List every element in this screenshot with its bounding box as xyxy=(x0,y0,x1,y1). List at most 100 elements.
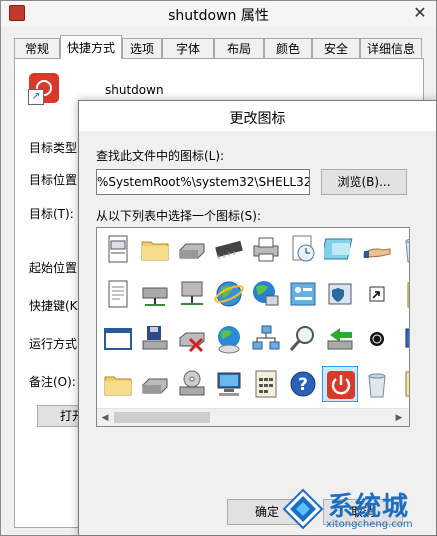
icon-option[interactable] xyxy=(396,231,409,268)
control-panel-icon xyxy=(287,278,319,313)
comment-label: 备注(O): xyxy=(29,375,76,389)
computer-icon xyxy=(213,368,245,403)
floppy-drive-icon xyxy=(139,323,171,358)
icon-option[interactable] xyxy=(100,276,136,312)
drive-error-icon xyxy=(176,323,208,358)
icon-file-path-input[interactable]: %SystemRoot%\system32\SHELL32.dll xyxy=(96,169,310,195)
icon-option[interactable] xyxy=(211,366,247,402)
start-in-label: 起始位置 xyxy=(29,261,78,275)
clock-document-icon xyxy=(287,233,319,268)
tab-shortcut[interactable]: 快捷方式 xyxy=(60,35,122,59)
icon-option[interactable] xyxy=(320,231,358,268)
icon-option[interactable] xyxy=(137,321,173,357)
icon-option[interactable] xyxy=(211,321,247,357)
browse-button[interactable]: 浏览(B)... xyxy=(321,169,407,195)
scroll-right-icon[interactable]: ▶ xyxy=(393,412,405,424)
folder-icon xyxy=(139,233,171,268)
power-icon xyxy=(325,369,357,404)
document-icon xyxy=(102,233,134,268)
icon-option[interactable] xyxy=(285,276,321,312)
properties-titlebar: shutdown 属性 ✕ xyxy=(1,1,436,27)
memory-chip-icon xyxy=(213,233,245,268)
folder-open-icon xyxy=(102,368,134,403)
icon-option[interactable] xyxy=(174,276,210,312)
icon-option[interactable] xyxy=(100,231,136,267)
watermark-title: 系统城 xyxy=(328,492,410,522)
recycle-bin-icon xyxy=(398,233,409,268)
icon-option[interactable] xyxy=(359,321,395,357)
recycle-bin-full-icon xyxy=(361,368,393,403)
find-icons-label: 查找此文件中的图标(L): xyxy=(96,149,225,163)
globe-disc-icon xyxy=(213,323,245,358)
magnifier-icon xyxy=(287,323,319,358)
text-document-icon xyxy=(102,278,134,313)
network-drive-icon xyxy=(139,278,171,313)
tab-options[interactable]: 选项 xyxy=(122,38,162,58)
watermark-url: xitongcheng.com xyxy=(326,519,413,530)
small-disc-icon xyxy=(361,323,393,358)
target-type-label: 目标类型 xyxy=(29,141,78,155)
icon-option[interactable] xyxy=(211,231,247,267)
select-icon-label: 从以下列表中选择一个图标(S): xyxy=(96,209,262,223)
horizontal-scrollbar[interactable]: ◀ ▶ xyxy=(97,408,409,426)
removable-drive-icon xyxy=(139,368,171,403)
shortcut-name: shutdown xyxy=(105,83,164,97)
tab-general[interactable]: 常规 xyxy=(14,38,60,58)
shortcut-arrow-icon xyxy=(361,278,393,313)
icon-option[interactable] xyxy=(211,276,247,312)
tab-font[interactable]: 字体 xyxy=(162,38,214,58)
cd-drive-icon xyxy=(176,368,208,403)
icon-option[interactable] xyxy=(248,276,284,312)
notepad-icon xyxy=(398,278,409,313)
power-icon: ↗ xyxy=(28,73,59,105)
icon-option[interactable] xyxy=(137,231,173,267)
icon-option[interactable] xyxy=(359,231,395,267)
icon-option[interactable] xyxy=(100,321,136,357)
icon-option[interactable] xyxy=(137,276,173,312)
scroll-left-icon[interactable]: ◀ xyxy=(99,412,111,424)
internet-globe-icon xyxy=(213,278,245,313)
font-icon: T xyxy=(398,368,409,403)
monitor-icon xyxy=(398,323,409,358)
svg-text:?: ? xyxy=(298,375,308,395)
scroll-thumb[interactable] xyxy=(114,412,210,423)
icon-option[interactable] xyxy=(322,366,358,402)
icon-option[interactable] xyxy=(322,321,358,357)
network-server-icon xyxy=(176,278,208,313)
shortcut-key-label: 快捷键(K xyxy=(29,299,78,313)
icon-option[interactable] xyxy=(248,321,284,357)
icon-option[interactable] xyxy=(174,366,210,402)
properties-title: shutdown 属性 xyxy=(168,8,269,24)
icon-option[interactable] xyxy=(359,366,395,402)
hand-share-icon xyxy=(361,233,393,268)
icon-option[interactable] xyxy=(174,231,210,267)
window-frame-icon xyxy=(102,323,134,358)
drive-icon xyxy=(176,233,208,268)
shortcut-arrow-icon: ↗ xyxy=(28,89,44,105)
tab-layout[interactable]: 布局 xyxy=(214,38,264,58)
calculator-icon xyxy=(250,368,282,403)
icon-option[interactable] xyxy=(322,276,358,312)
icon-option[interactable] xyxy=(285,321,321,357)
icon-list[interactable]: ? T ◀ ▶ xyxy=(96,227,410,427)
change-icon-dialog: 更改图标 查找此文件中的图标(L): %SystemRoot%\system32… xyxy=(78,100,437,536)
icon-option[interactable] xyxy=(100,366,136,402)
icon-option[interactable] xyxy=(285,231,321,267)
close-icon[interactable]: ✕ xyxy=(406,3,434,23)
icon-option[interactable] xyxy=(396,321,409,358)
tab-colors[interactable]: 颜色 xyxy=(264,38,312,58)
icon-option[interactable] xyxy=(396,276,409,313)
run-label: 运行方式 xyxy=(29,337,78,351)
icon-option[interactable]: T xyxy=(396,366,409,403)
window-3d-icon xyxy=(320,233,356,268)
tab-security[interactable]: 安全 xyxy=(312,38,360,58)
icon-option[interactable] xyxy=(174,321,210,357)
dialog-title: 更改图标 xyxy=(229,111,286,127)
icon-option[interactable]: ? xyxy=(285,366,321,402)
icon-option[interactable] xyxy=(359,276,395,312)
icon-option[interactable] xyxy=(248,366,284,402)
icon-option[interactable] xyxy=(137,366,173,402)
dialog-titlebar: 更改图标 xyxy=(79,101,436,131)
tab-details[interactable]: 详细信息 xyxy=(360,38,422,58)
icon-option[interactable] xyxy=(248,231,284,267)
